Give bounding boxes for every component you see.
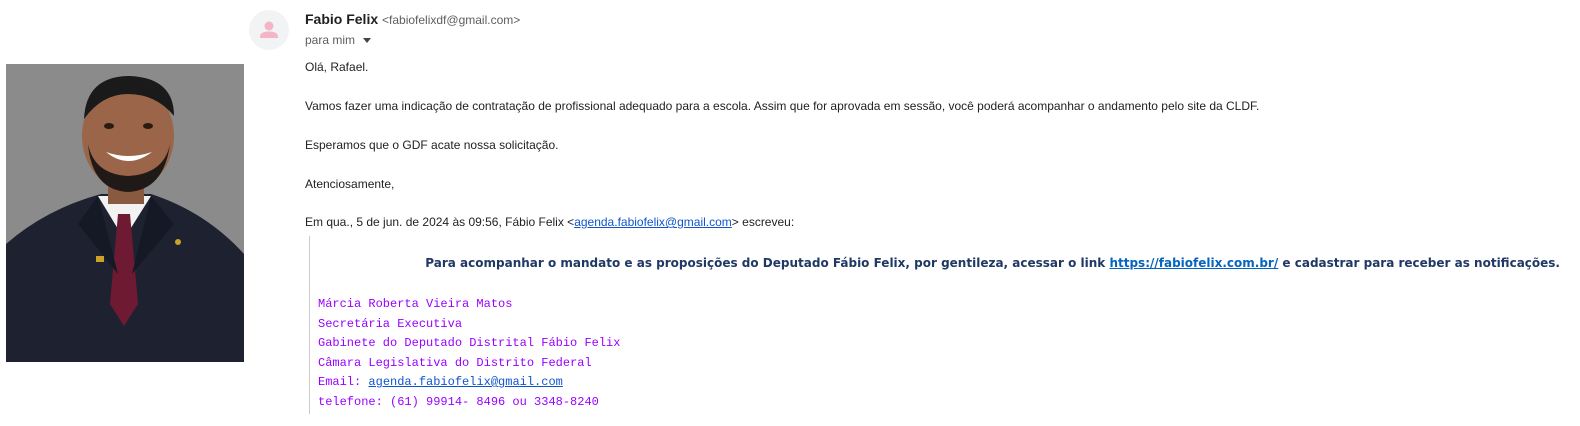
body-paragraph-2: Esperamos que o GDF acate nossa solicita… (305, 138, 559, 152)
quote-header-suffix: > escreveu: (731, 215, 795, 229)
signature-email: Email: agenda.fabiofelix@gmail.com (318, 375, 563, 389)
sender-line: Fabio Felix <fabiofelixdf@gmail.com> (305, 11, 520, 27)
notice-text-after: e cadastrar para receber as notificações… (1278, 256, 1560, 270)
sender-name[interactable]: Fabio Felix (305, 11, 378, 27)
recipient-details-toggle[interactable]: para mim (305, 33, 372, 47)
sender-email: <fabiofelixdf@gmail.com> (382, 13, 521, 27)
quote-email-link[interactable]: agenda.fabiofelix@gmail.com (574, 215, 732, 229)
signature-office: Gabinete do Deputado Distrital Fábio Fel… (318, 336, 621, 350)
quote-header-prefix: Em qua., 5 de jun. de 2024 às 09:56, Fáb… (305, 215, 575, 229)
caret-down-icon (363, 37, 372, 43)
signature-name: Márcia Roberta Vieira Matos (318, 297, 513, 311)
signature-email-label: Email: (318, 375, 369, 389)
notice-link[interactable]: https://fabiofelix.com.br/ (1109, 256, 1278, 270)
recipient-label: para mim (305, 33, 356, 47)
quote-header: Em qua., 5 de jun. de 2024 às 09:56, Fáb… (305, 215, 794, 229)
person-icon (260, 21, 278, 38)
signature-email-link[interactable]: agenda.fabiofelix@gmail.com (368, 375, 562, 389)
signature-phone: telefone: (61) 99914- 8496 ou 3348-8240 (318, 395, 599, 409)
sender-avatar[interactable] (249, 10, 289, 50)
notice-text: Para acompanhar o mandato e as proposiçõ… (425, 256, 1560, 270)
signature-institution: Câmara Legislativa do Distrito Federal (318, 356, 592, 370)
greeting: Olá, Rafael. (305, 60, 369, 74)
quote-bar (309, 236, 310, 414)
profile-photo (6, 64, 244, 362)
signature-role: Secretária Executiva (318, 317, 463, 331)
notice-text-before: Para acompanhar o mandato e as proposiçõ… (425, 256, 1110, 270)
body-paragraph-1: Vamos fazer uma indicação de contratação… (305, 99, 1260, 113)
closing: Atenciosamente, (305, 177, 395, 191)
